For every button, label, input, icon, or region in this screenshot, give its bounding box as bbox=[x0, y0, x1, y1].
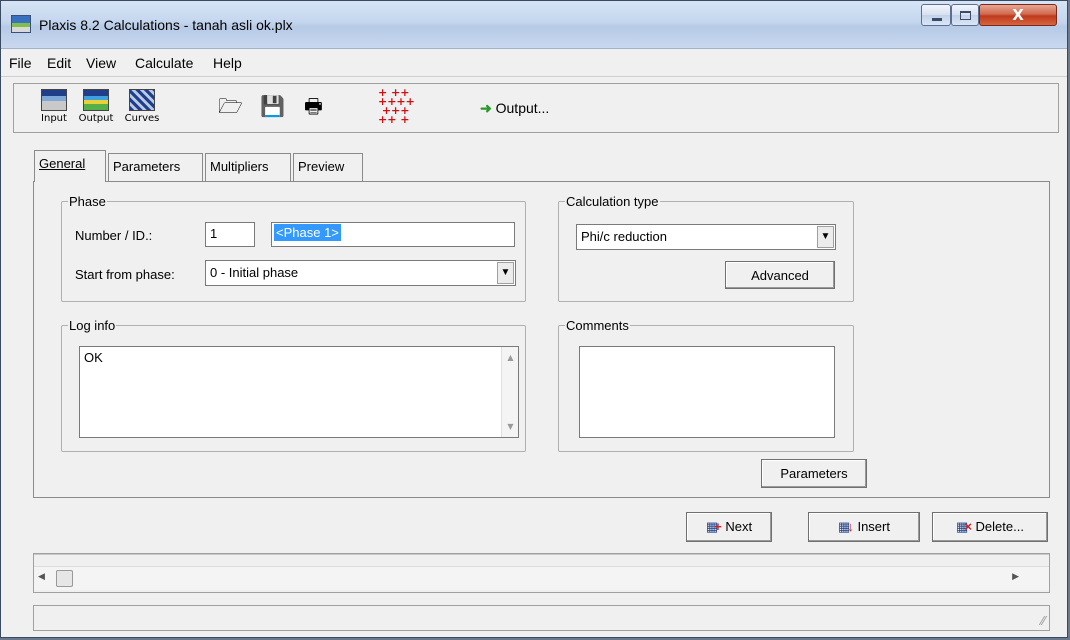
maximize-button[interactable] bbox=[951, 4, 979, 26]
input-label: Input bbox=[41, 113, 67, 124]
scroll-up-icon[interactable]: ▲ bbox=[502, 353, 519, 362]
phase-list-header bbox=[34, 554, 1049, 555]
output-button-label: Output... bbox=[495, 100, 550, 116]
scroll-thumb[interactable] bbox=[56, 570, 73, 587]
menu-calculate[interactable]: Calculate bbox=[135, 55, 193, 71]
close-button[interactable]: X bbox=[979, 4, 1057, 26]
tab-preview-label: Preview bbox=[298, 159, 345, 174]
next-button[interactable]: ▦+ Next bbox=[686, 512, 772, 542]
menu-view[interactable]: View bbox=[86, 55, 116, 71]
toolbar: Input Output Curves 🗁 💾 🖶 + ++ ++++ +++ ++… bbox=[13, 83, 1059, 133]
phase-number-field[interactable]: 1 bbox=[205, 222, 255, 247]
parameters-button[interactable]: Parameters bbox=[761, 459, 867, 488]
insert-button[interactable]: ▦↓ Insert bbox=[808, 512, 920, 542]
number-id-label: Number / ID.: bbox=[75, 228, 153, 243]
tab-parameters[interactable]: Parameters bbox=[108, 153, 203, 181]
advanced-button[interactable]: Advanced bbox=[725, 261, 835, 289]
curves-button[interactable]: Curves bbox=[124, 89, 160, 124]
output-program-icon bbox=[83, 89, 109, 111]
calculation-type-select[interactable]: Phi/c reduction ▼ bbox=[576, 224, 836, 250]
scroll-right-icon[interactable]: ▶ bbox=[1012, 572, 1019, 582]
delete-x-icon: × bbox=[964, 519, 972, 534]
output-button[interactable]: ➜ Output... bbox=[480, 100, 549, 117]
title-bar[interactable]: Plaxis 8.2 Calculations - tanah asli ok.… bbox=[1, 1, 1067, 49]
log-info-text: OK bbox=[84, 350, 103, 365]
tab-preview[interactable]: Preview bbox=[293, 153, 363, 181]
input-button[interactable]: Input bbox=[36, 89, 72, 124]
save-icon[interactable]: 💾 bbox=[260, 96, 285, 116]
delete-button-label: Delete... bbox=[975, 519, 1024, 534]
general-tab-panel: Phase Number / ID.: 1 <Phase 1> Start fr… bbox=[33, 181, 1050, 498]
calculations-window: Plaxis 8.2 Calculations - tanah asli ok.… bbox=[0, 0, 1068, 638]
minimize-icon bbox=[932, 18, 942, 21]
comments-textarea[interactable] bbox=[579, 346, 835, 438]
plus-icon: + bbox=[714, 519, 722, 534]
close-icon: X bbox=[1012, 6, 1024, 24]
phase-id-value: <Phase 1> bbox=[274, 224, 341, 241]
scroll-left-icon[interactable]: ◀ bbox=[38, 572, 45, 582]
phase-list[interactable]: ◀ ▶ bbox=[33, 553, 1050, 593]
tab-parameters-label: Parameters bbox=[113, 159, 181, 174]
input-icon bbox=[41, 89, 67, 111]
phase-group-label: Phase bbox=[69, 194, 106, 209]
chevron-down-icon[interactable]: ▼ bbox=[817, 226, 834, 248]
start-from-phase-label: Start from phase: bbox=[75, 267, 175, 282]
maximize-icon bbox=[960, 11, 971, 20]
menu-edit[interactable]: Edit bbox=[47, 55, 71, 71]
start-from-phase-select[interactable]: 0 - Initial phase ▼ bbox=[205, 260, 516, 286]
calculation-type-label: Calculation type bbox=[566, 194, 659, 209]
horizontal-scrollbar[interactable]: ◀ ▶ bbox=[34, 566, 1049, 590]
select-points-icon[interactable]: + ++ ++++ +++ ++ + bbox=[378, 87, 415, 125]
green-arrow-icon: ➜ bbox=[480, 100, 492, 116]
curves-icon bbox=[129, 89, 155, 111]
window-title: Plaxis 8.2 Calculations - tanah asli ok.… bbox=[39, 17, 293, 33]
resize-grip-icon[interactable]: ⁄⁄ bbox=[1041, 614, 1045, 628]
next-button-label: Next bbox=[725, 519, 753, 534]
phase-id-field[interactable]: <Phase 1> bbox=[271, 222, 515, 247]
log-info-textarea[interactable]: OK ▲ ▼ bbox=[79, 346, 519, 438]
menu-help[interactable]: Help bbox=[213, 55, 242, 71]
delete-button[interactable]: ▦× Delete... bbox=[932, 512, 1048, 542]
tab-multipliers-label: Multipliers bbox=[210, 159, 269, 174]
output-label: Output bbox=[78, 113, 114, 124]
menu-bar: File Edit View Calculate Help bbox=[1, 49, 1067, 77]
parameters-button-label: Parameters bbox=[780, 466, 848, 481]
open-folder-icon[interactable]: 🗁 bbox=[218, 96, 243, 116]
scroll-down-icon[interactable]: ▼ bbox=[502, 422, 519, 431]
insert-button-label: Insert bbox=[857, 519, 890, 534]
menu-file[interactable]: File bbox=[9, 55, 32, 71]
tab-general-label: General bbox=[39, 156, 86, 171]
print-icon[interactable]: 🖶 bbox=[304, 96, 323, 116]
advanced-button-label: Advanced bbox=[751, 268, 809, 283]
chevron-down-icon[interactable]: ▼ bbox=[497, 262, 514, 284]
tab-general[interactable]: General bbox=[34, 150, 106, 182]
comments-label: Comments bbox=[566, 318, 629, 333]
calculation-type-value: Phi/c reduction bbox=[581, 229, 667, 244]
output-program-button[interactable]: Output bbox=[78, 89, 114, 124]
log-info-label: Log info bbox=[69, 318, 116, 333]
insert-arrow-icon: ↓ bbox=[847, 519, 854, 534]
start-from-phase-value: 0 - Initial phase bbox=[210, 265, 299, 280]
status-bar: ⁄⁄ bbox=[33, 605, 1050, 631]
log-info-scrollbar[interactable]: ▲ ▼ bbox=[501, 347, 518, 437]
tab-multipliers[interactable]: Multipliers bbox=[205, 153, 291, 181]
plaxis-app-icon bbox=[11, 15, 31, 33]
curves-label: Curves bbox=[124, 113, 160, 124]
minimize-button[interactable] bbox=[921, 4, 951, 26]
